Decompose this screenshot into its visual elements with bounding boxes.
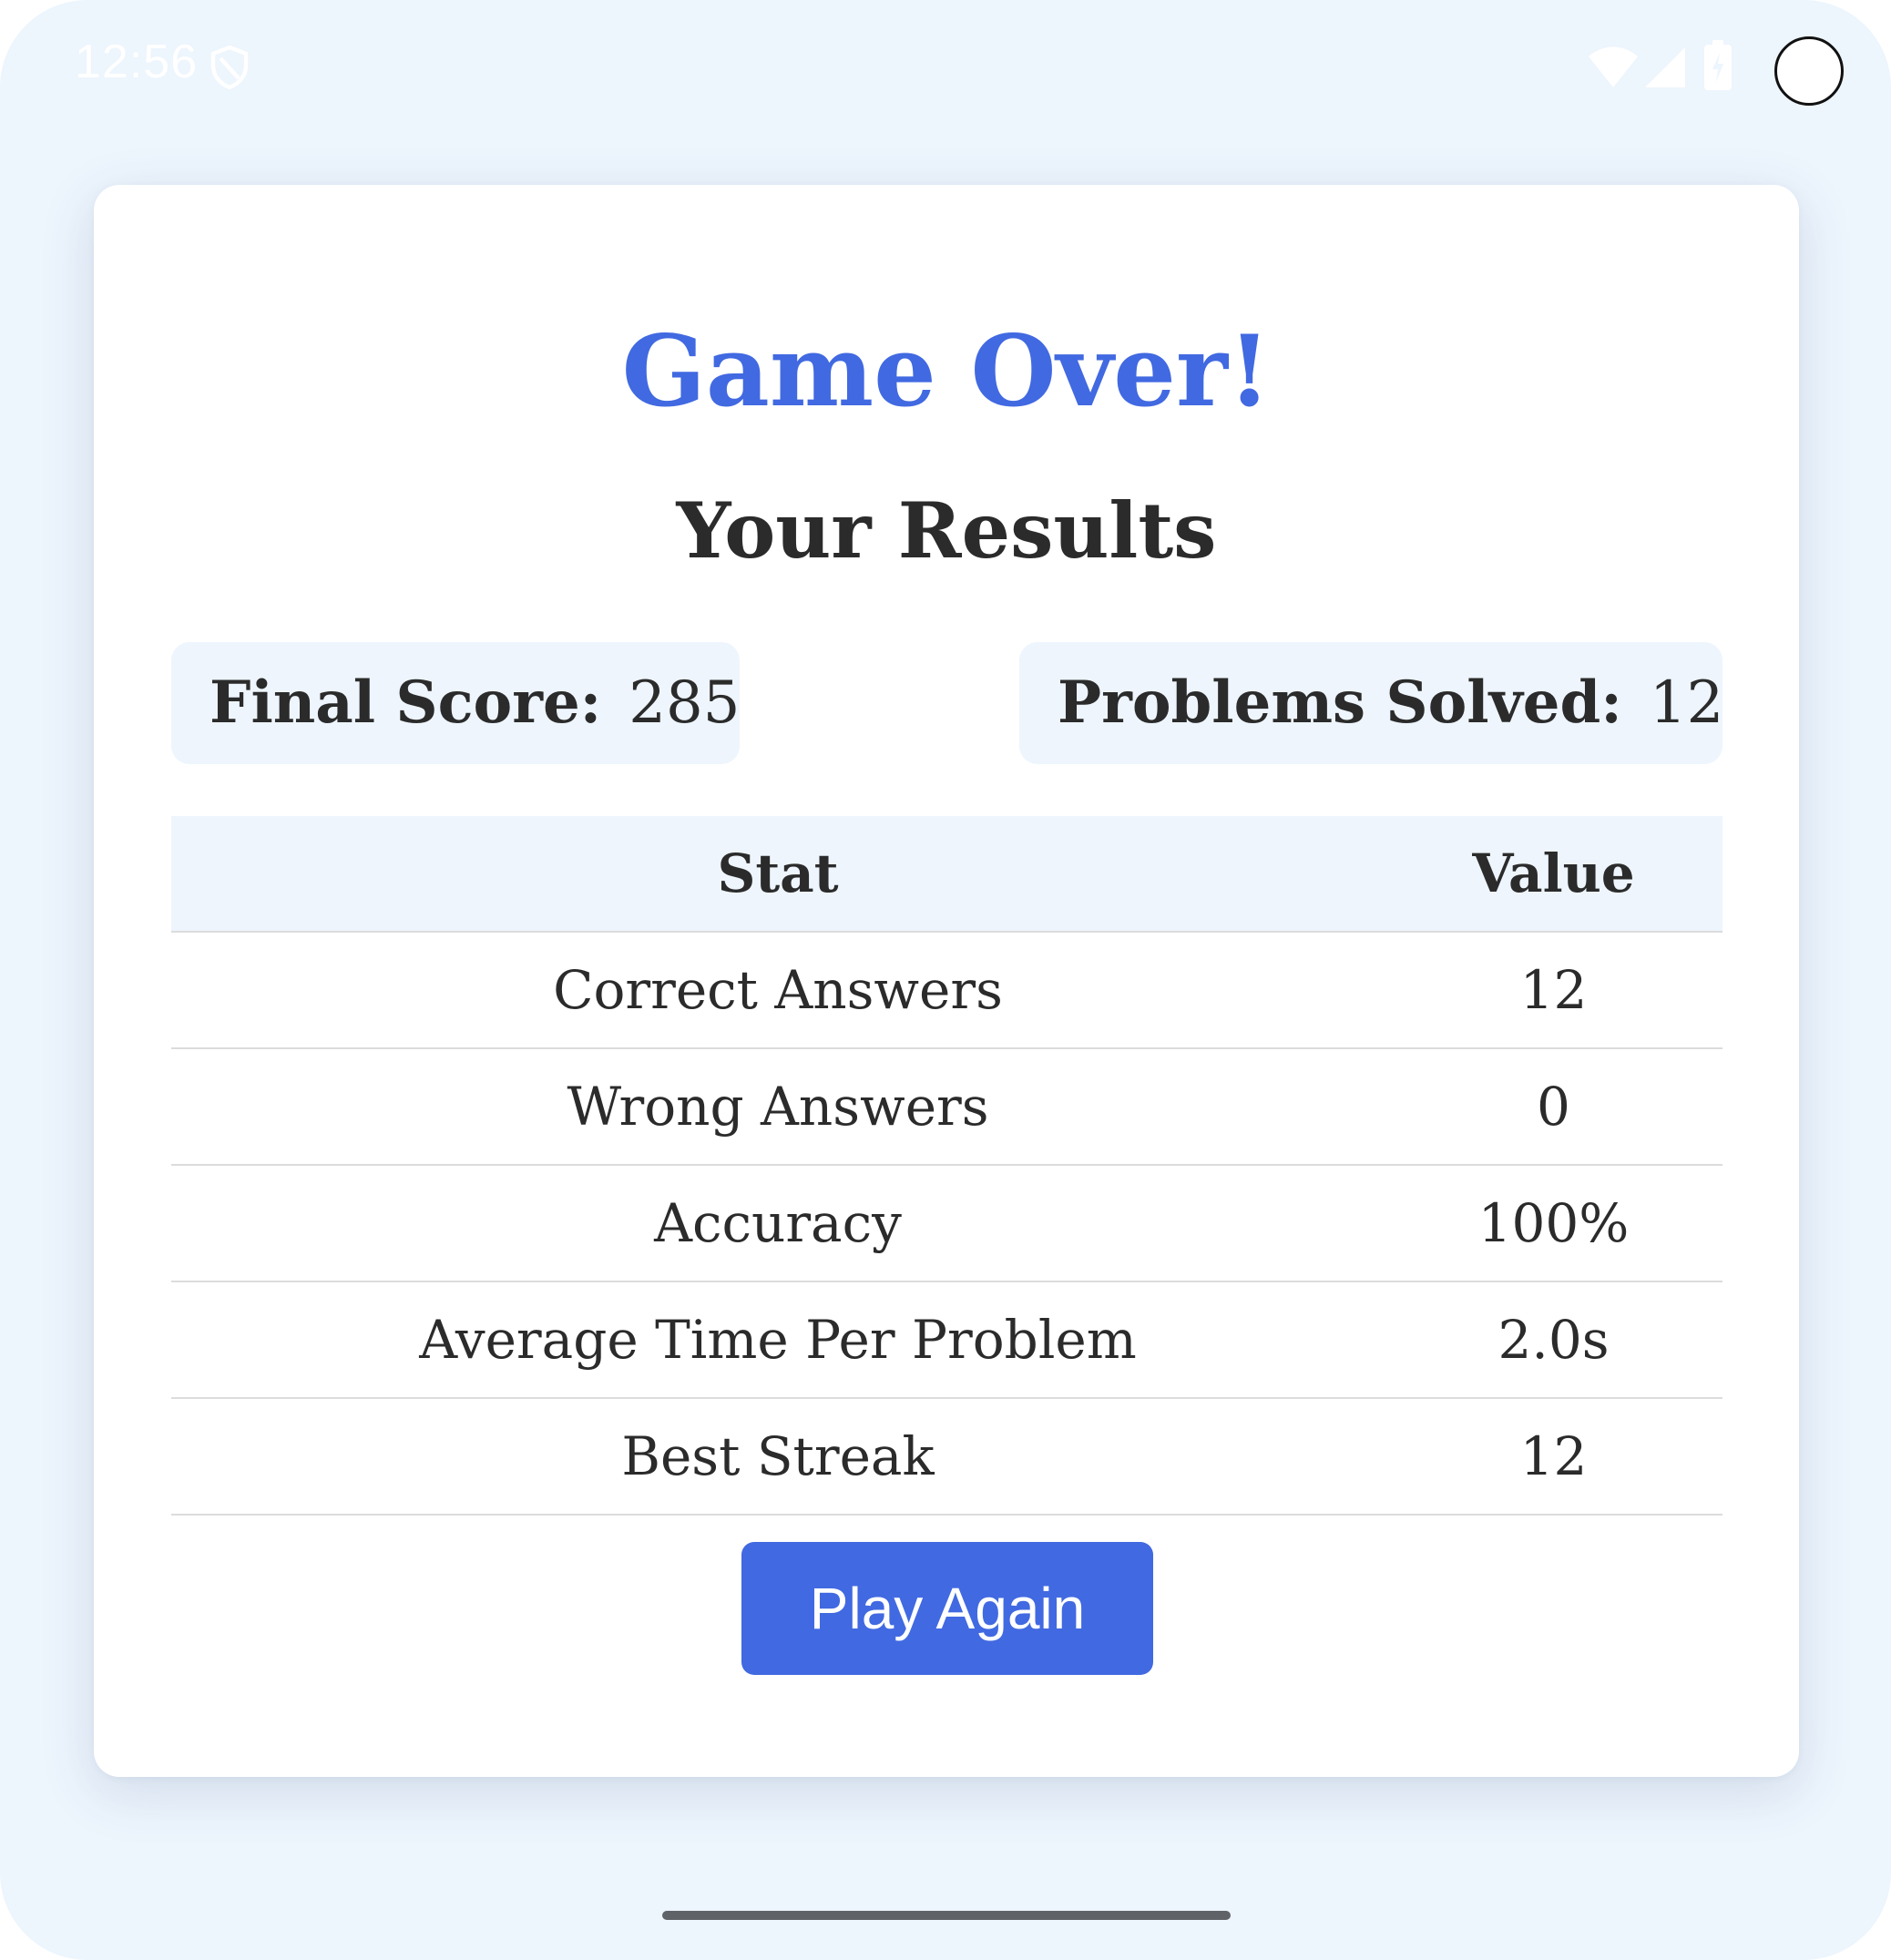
status-time: 12:56	[75, 36, 199, 88]
table-row: Wrong Answers 0	[171, 1048, 1722, 1166]
signal-icon	[1645, 47, 1685, 87]
results-card: Game Over! Your Results Final Score: 285 …	[94, 185, 1799, 1777]
camera-cutout	[1774, 36, 1844, 106]
table-row: Accuracy 100%	[171, 1165, 1722, 1282]
header-value: Value	[1385, 816, 1722, 933]
home-indicator[interactable]	[662, 1911, 1231, 1920]
table-row: Best Streak 12	[171, 1398, 1722, 1516]
stat-name: Average Time Per Problem	[171, 1281, 1385, 1399]
problems-solved-box: Problems Solved: 12	[1019, 642, 1724, 764]
stat-value: 0	[1385, 1048, 1722, 1166]
stat-name: Best Streak	[171, 1398, 1385, 1516]
results-subtitle: Your Results	[676, 485, 1217, 576]
problems-solved-label: Problems Solved:	[1058, 669, 1622, 737]
stat-name: Accuracy	[171, 1165, 1385, 1282]
stat-name: Wrong Answers	[171, 1048, 1385, 1166]
stat-value: 100%	[1385, 1165, 1722, 1282]
stat-value: 12	[1385, 1398, 1722, 1516]
final-score-value: 285	[629, 669, 741, 737]
device-screen: 12:56 Game Over! Your Results Final Scor…	[0, 0, 1891, 1960]
wifi-icon	[1589, 46, 1638, 87]
game-over-title: Game Over!	[621, 314, 1272, 429]
status-bar: 12:56	[0, 0, 1891, 137]
stats-table: Stat Value Correct Answers 12 Wrong Answ…	[171, 816, 1722, 1516]
final-score-label: Final Score:	[210, 669, 602, 737]
stat-name: Correct Answers	[171, 932, 1385, 1049]
table-row: Average Time Per Problem 2.0s	[171, 1281, 1722, 1399]
battery-icon	[1704, 40, 1732, 90]
header-stat: Stat	[171, 816, 1385, 933]
play-again-button[interactable]: Play Again	[741, 1542, 1153, 1675]
table-row: Correct Answers 12	[171, 932, 1722, 1049]
shield-icon	[210, 45, 249, 90]
table-header-row: Stat Value	[171, 816, 1722, 933]
stat-value: 12	[1385, 932, 1722, 1049]
stat-value: 2.0s	[1385, 1281, 1722, 1399]
problems-solved-value: 12	[1649, 669, 1724, 737]
final-score-box: Final Score: 285	[171, 642, 740, 764]
